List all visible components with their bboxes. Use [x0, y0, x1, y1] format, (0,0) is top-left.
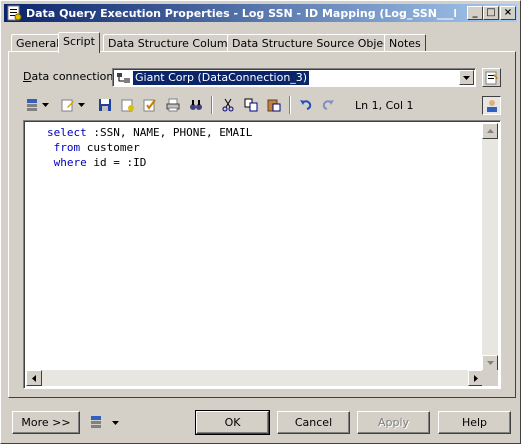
check-icon[interactable] [141, 96, 159, 114]
edit-icon[interactable] [59, 96, 77, 114]
redo-icon[interactable] [319, 96, 337, 114]
script-code[interactable]: select :SSN, NAME, PHONE, EMAIL from cus… [47, 125, 252, 170]
save-icon[interactable] [96, 96, 114, 114]
minimize-button[interactable]: _ [467, 6, 483, 20]
code-line: where id = :ID [47, 156, 147, 169]
apply-button[interactable]: Apply [357, 411, 430, 434]
scroll-left-icon[interactable] [26, 370, 42, 386]
code-line: from customer [47, 141, 140, 154]
connection-properties-button[interactable] [482, 68, 501, 87]
data-connection-select[interactable]: Giant Corp (DataConnection_3) [112, 68, 476, 87]
cut-icon[interactable] [219, 96, 237, 114]
options-split-button[interactable] [84, 411, 124, 434]
editor-menu-icon[interactable] [23, 96, 41, 114]
data-connection-label: Data connection: [23, 70, 117, 83]
cancel-button[interactable]: Cancel [277, 411, 350, 434]
properties-dialog: Data Query Execution Properties - Log SS… [0, 0, 521, 444]
script-editor[interactable]: select :SSN, NAME, PHONE, EMAIL from cus… [23, 120, 501, 389]
tab-data-structure-source-objects[interactable]: Data Structure Source Objects [227, 34, 405, 52]
editor-menu-icon [91, 415, 101, 428]
dropdown-arrow-icon[interactable] [40, 96, 50, 114]
print-icon[interactable] [164, 96, 182, 114]
tab-data-structure-source-objects-label: Data Structure Source Objects [232, 37, 400, 50]
undo-icon[interactable] [297, 96, 315, 114]
cursor-position: Ln 1, Col 1 [355, 99, 414, 112]
more-button-label: More >> [21, 416, 71, 429]
scroll-up-icon[interactable] [482, 123, 498, 139]
window-title: Data Query Execution Properties - Log SS… [26, 6, 456, 20]
close-icon: × [503, 7, 513, 18]
apply-button-label: Apply [377, 416, 410, 429]
help-button-label: Help [461, 416, 488, 429]
properties-icon [485, 71, 498, 84]
tab-data-structure-columns[interactable]: Data Structure Columns [103, 34, 246, 52]
database-connection-icon [117, 73, 130, 83]
tab-general[interactable]: General [11, 34, 65, 52]
toolbar-separator [289, 96, 291, 114]
tab-notes-label: Notes [389, 37, 421, 50]
more-button[interactable]: More >> [12, 411, 80, 434]
copy-icon[interactable] [242, 96, 260, 114]
tab-script-label: Script [63, 35, 95, 48]
ok-button[interactable]: OK [195, 410, 270, 435]
run-icon[interactable] [119, 96, 137, 114]
ok-button-label: OK [224, 416, 241, 429]
horizontal-scrollbar[interactable] [26, 370, 484, 386]
data-connection-value: Giant Corp (DataConnection_3) [131, 70, 311, 86]
properties-icon [7, 5, 22, 21]
scrollbar-corner [482, 370, 498, 386]
chevron-down-icon[interactable] [459, 70, 474, 85]
title-bar[interactable]: Data Query Execution Properties - Log SS… [4, 4, 517, 22]
tab-notes[interactable]: Notes [384, 34, 426, 52]
tab-data-structure-columns-label: Data Structure Columns [108, 37, 241, 50]
maximize-button[interactable]: □ [483, 6, 499, 20]
vertical-scrollbar[interactable] [482, 123, 498, 371]
find-icon[interactable] [187, 96, 205, 114]
maximize-icon: □ [486, 7, 496, 18]
user-icon [486, 99, 497, 112]
dropdown-arrow-icon [112, 420, 119, 425]
toolbar-separator [211, 96, 213, 114]
minimize-icon: _ [472, 7, 478, 18]
help-button[interactable]: Help [438, 411, 511, 434]
user-toggle-button[interactable] [482, 96, 501, 115]
cancel-button-label: Cancel [294, 416, 333, 429]
paste-icon[interactable] [265, 96, 283, 114]
scroll-down-icon[interactable] [482, 355, 498, 371]
code-line: select :SSN, NAME, PHONE, EMAIL [47, 126, 253, 139]
data-connection-label-text: ata connection: [31, 70, 118, 83]
close-button[interactable]: × [500, 6, 516, 20]
editor-gutter [26, 123, 45, 371]
tab-script[interactable]: Script [58, 32, 100, 53]
tab-general-label: General [16, 37, 60, 50]
dropdown-arrow-icon[interactable] [76, 96, 86, 114]
